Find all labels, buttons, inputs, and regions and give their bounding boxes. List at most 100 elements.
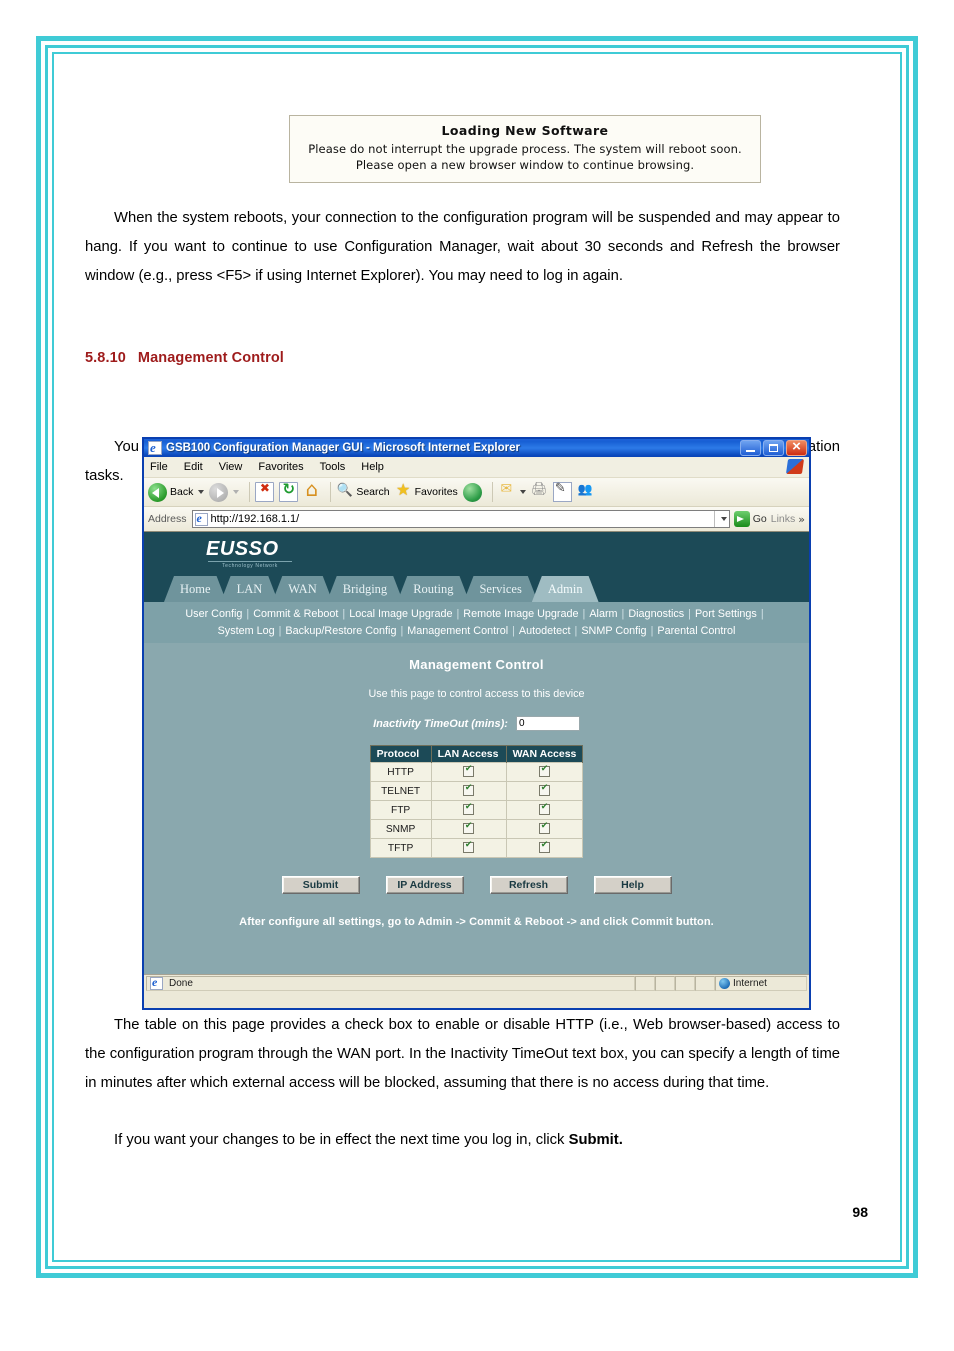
browser-window: GSB100 Configuration Manager GUI - Micro…	[142, 437, 811, 1010]
refresh-button[interactable]	[279, 480, 299, 502]
page-content: Loading New Software Please do not inter…	[56, 58, 898, 1256]
menu-item-edit[interactable]: Edit	[184, 461, 203, 473]
search-button[interactable]: Search	[336, 483, 389, 501]
section-title: Management Control	[137, 350, 284, 366]
back-history-chevron-down-icon[interactable]	[198, 490, 205, 494]
status-message: Done	[169, 978, 193, 989]
address-url-text: http://192.168.1.1/	[210, 513, 300, 525]
wan-access-checkbox-tftp[interactable]	[539, 840, 550, 854]
submenu-item-backup-restore-config[interactable]: Backup/Restore Config	[285, 625, 396, 637]
table-header-row: Protocol LAN Access WAN Access	[370, 745, 584, 763]
submenu-separator: |	[582, 608, 586, 620]
submenu-separator: |	[650, 625, 654, 637]
lan-access-checkbox-tftp[interactable]	[463, 840, 475, 854]
protocol-name-ftp: FTP	[369, 800, 432, 820]
lan-access-checkbox-ftp[interactable]	[463, 802, 475, 816]
protocol-access-table: Protocol LAN Access WAN Access HTTP TELN…	[369, 745, 584, 858]
menu-item-file[interactable]: File	[150, 461, 168, 473]
browser-address-bar: Address http://192.168.1.1/ Go Links »	[144, 507, 809, 532]
favorites-button[interactable]: Favorites	[395, 480, 458, 501]
search-button-label: Search	[356, 486, 390, 498]
print-button[interactable]	[531, 482, 548, 501]
submenu-separator: |	[760, 608, 764, 620]
submenu-item-local-image-upgrade[interactable]: Local Image Upgrade	[349, 608, 452, 620]
submenu-item-alarm[interactable]: Alarm	[589, 608, 617, 620]
browser-title-bar: GSB100 Configuration Manager GUI - Micro…	[142, 437, 811, 457]
address-input[interactable]: http://192.168.1.1/	[191, 510, 730, 528]
menu-item-help[interactable]: Help	[361, 461, 384, 473]
lan-access-cell-tftp	[430, 838, 507, 858]
submenu-item-remote-image-upgrade[interactable]: Remote Image Upgrade	[463, 608, 578, 620]
messenger-button[interactable]	[577, 482, 594, 501]
submenu-item-autodetect[interactable]: Autodetect	[519, 625, 571, 637]
submenu-item-management-control[interactable]: Management Control	[407, 625, 508, 637]
home-button[interactable]	[303, 477, 320, 501]
minimize-button[interactable]	[740, 440, 761, 456]
go-button-label: Go	[752, 513, 767, 525]
menu-item-view[interactable]: View	[219, 461, 243, 473]
form-button-row: Submit IP Address Refresh Help	[144, 876, 809, 894]
lan-access-checkbox-http[interactable]	[463, 764, 475, 778]
edit-icon	[552, 481, 572, 502]
submenu-item-user-config[interactable]: User Config	[185, 608, 242, 620]
lan-access-cell-http	[430, 762, 507, 782]
wan-access-checkbox-http[interactable]	[539, 764, 550, 778]
edit-button[interactable]	[552, 481, 572, 502]
links-label[interactable]: Links	[771, 513, 796, 525]
submenu-item-commit-reboot[interactable]: Commit & Reboot	[253, 608, 338, 620]
tab-home[interactable]: Home	[164, 576, 227, 602]
wan-access-checkbox-ftp[interactable]	[539, 802, 550, 816]
loading-notice-title: Loading New Software	[441, 123, 609, 138]
tab-lan[interactable]: LAN	[221, 576, 279, 602]
forward-button[interactable]	[209, 482, 240, 502]
forward-history-chevron-down-icon[interactable]	[233, 490, 240, 494]
lan-access-checkbox-snmp[interactable]	[463, 821, 475, 835]
table-row: TFTP	[369, 838, 584, 858]
webpage-submenu: User Config | Commit & Reboot | Local Image …	[144, 602, 809, 643]
stop-button[interactable]	[255, 481, 275, 502]
back-button[interactable]: Back	[148, 482, 205, 502]
submenu-item-port-settings[interactable]: Port Settings	[695, 608, 757, 620]
wan-access-checkbox-snmp[interactable]	[539, 821, 550, 835]
submit-button[interactable]: Submit	[281, 876, 360, 894]
loading-notice-body: Please do not interrupt the upgrade proc…	[308, 142, 742, 172]
status-message-pane: Done	[146, 975, 635, 991]
webpage-body: Management Control Use this page to cont…	[144, 643, 809, 961]
tab-admin[interactable]: Admin	[532, 576, 599, 602]
go-button[interactable]: Go	[733, 511, 767, 527]
wan-access-checkbox-telnet[interactable]	[539, 783, 550, 797]
submenu-item-system-log[interactable]: System Log	[218, 625, 275, 637]
status-pane-1	[635, 976, 655, 991]
menu-item-tools[interactable]: Tools	[320, 461, 346, 473]
submenu-item-snmp-config[interactable]: SNMP Config	[581, 625, 646, 637]
submenu-item-parental-control[interactable]: Parental Control	[657, 625, 735, 637]
refresh-button[interactable]: Refresh	[489, 876, 568, 894]
protocol-name-snmp: SNMP	[369, 819, 432, 839]
section-heading: 5.8.10 Management Control	[85, 350, 284, 366]
paragraph-reboot-text: When the system reboots, your connection…	[85, 210, 840, 284]
close-button[interactable]	[786, 438, 807, 456]
tab-services[interactable]: Services	[463, 576, 537, 602]
table-row: SNMP	[369, 819, 584, 839]
address-chevron-down-icon[interactable]	[713, 511, 729, 527]
maximize-button[interactable]	[763, 440, 784, 456]
inactivity-timeout-input[interactable]: 0	[515, 716, 580, 731]
back-arrow-icon	[148, 482, 167, 502]
lan-access-checkbox-telnet[interactable]	[463, 783, 475, 797]
tab-routing[interactable]: Routing	[397, 576, 469, 602]
submenu-item-diagnostics[interactable]: Diagnostics	[628, 608, 684, 620]
toolbar-divider-2	[330, 482, 332, 502]
help-button[interactable]: Help	[593, 876, 672, 894]
mail-chevron-down-icon[interactable]	[519, 490, 526, 494]
tab-bridging[interactable]: Bridging	[327, 576, 403, 602]
submenu-separator: |	[342, 608, 346, 620]
tab-wan[interactable]: WAN	[272, 576, 332, 602]
paragraph-submit-emphasis: Submit.	[568, 1132, 623, 1148]
section-number: 5.8.10	[85, 350, 126, 366]
history-button[interactable]	[462, 482, 482, 502]
window-controls	[740, 438, 807, 456]
mail-button[interactable]	[498, 481, 526, 501]
ip-address-button[interactable]: IP Address	[385, 876, 464, 894]
toolbar-overflow-icon[interactable]: »	[798, 513, 805, 526]
menu-item-favorites[interactable]: Favorites	[258, 461, 303, 473]
